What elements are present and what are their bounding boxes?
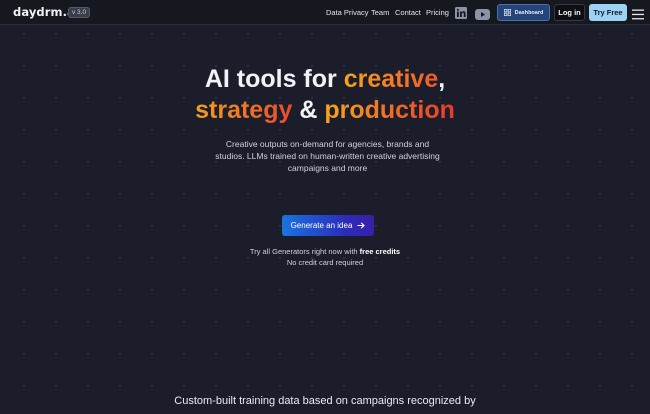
nav-link-data-privacy[interactable]: Data Privacy xyxy=(326,8,369,17)
youtube-icon[interactable] xyxy=(475,7,490,25)
arrow-right-icon xyxy=(357,222,366,229)
hamburger-icon[interactable] xyxy=(632,7,644,25)
nav-link-contact[interactable]: Contact xyxy=(395,8,421,17)
dashboard-label: Dashboard xyxy=(514,9,544,16)
generate-idea-label: Generate an idea xyxy=(290,221,353,230)
version-badge: v 3.0 xyxy=(68,7,91,18)
free-credits-link: free credits xyxy=(359,247,401,256)
title-ampersand: & xyxy=(292,96,325,124)
title-highlight-creative: creative xyxy=(343,65,439,93)
title-text: AI tools for xyxy=(204,65,344,93)
hero-title: AI tools for creative, strategy & produc… xyxy=(0,64,650,126)
hero-title-line2: strategy & production xyxy=(0,95,650,126)
generate-idea-button[interactable]: Generate an idea xyxy=(282,215,374,236)
login-button[interactable]: Log in xyxy=(554,4,585,21)
nav-link-pricing[interactable]: Pricing xyxy=(426,8,449,17)
training-data-heading: Custom-built training data based on camp… xyxy=(174,395,476,407)
grid-icon xyxy=(503,9,511,16)
hero-subtitle: Creative outputs on-demand for agencies,… xyxy=(215,139,440,173)
title-highlight-production: production xyxy=(324,96,455,124)
try-free-button[interactable]: Try Free xyxy=(589,4,627,21)
title-highlight-strategy: strategy xyxy=(195,96,293,124)
free-credits-note: Try all Generators right now with free c… xyxy=(0,247,650,256)
no-credit-card-note: No credit card required xyxy=(286,258,364,267)
title-comma: , xyxy=(438,65,446,93)
note-prefix: Try all Generators right now with xyxy=(249,247,360,256)
dashboard-button[interactable]: Dashboard xyxy=(497,4,550,21)
linkedin-icon[interactable] xyxy=(455,6,467,24)
nav-link-team[interactable]: Team xyxy=(371,8,389,17)
hero-title-line1: AI tools for creative, xyxy=(0,64,650,95)
top-nav: daydrm.ai v 3.0 Data Privacy Team Contac… xyxy=(0,0,650,25)
